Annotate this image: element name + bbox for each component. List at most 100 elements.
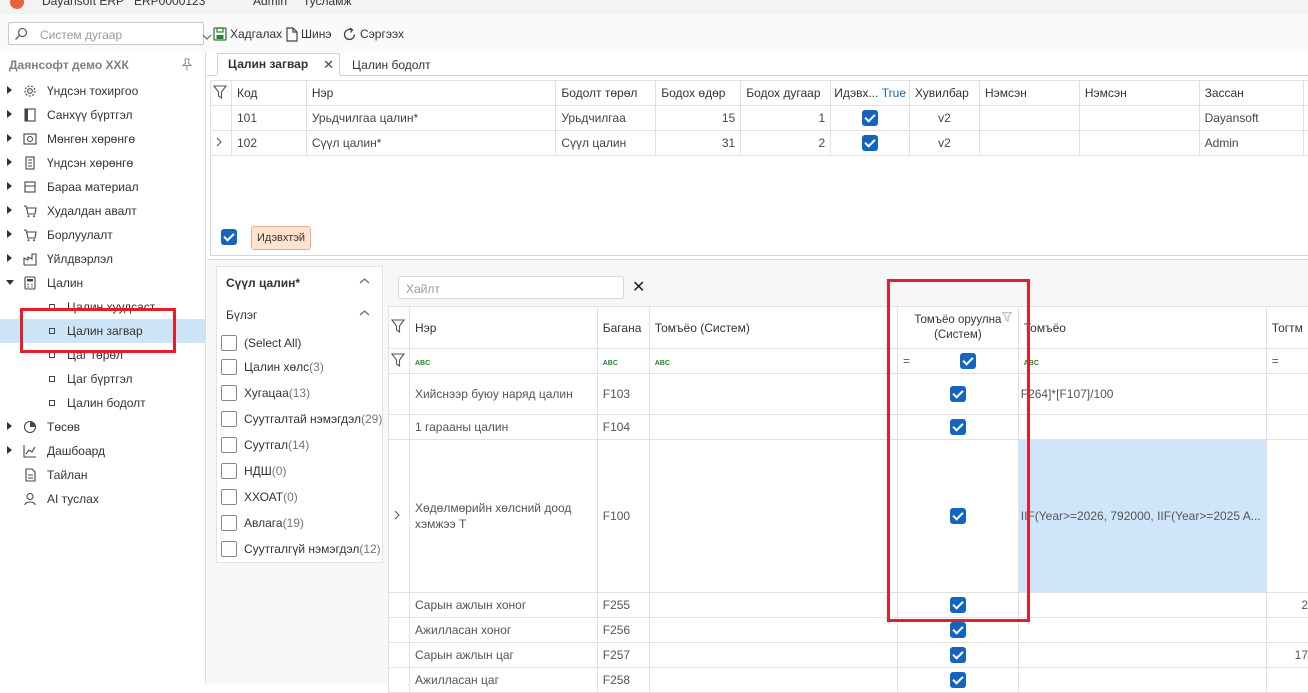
column-header-version[interactable]: Хувилбар xyxy=(910,81,980,106)
user-name[interactable]: Admin xyxy=(253,0,287,8)
cell-formula[interactable] xyxy=(1018,618,1266,643)
table-row[interactable]: Ажилласан хоног F256 xyxy=(389,618,1308,643)
sidebar-item-sales[interactable]: Борлуулалт xyxy=(0,223,205,247)
filter-cell-formula-system[interactable]: ABC xyxy=(649,349,897,374)
filter-option[interactable]: Авлага(19) xyxy=(221,513,304,533)
active-checkbox[interactable] xyxy=(862,110,878,126)
filter-cell-constant[interactable]: = xyxy=(1266,349,1308,374)
column-header-added[interactable]: Нэмсэн xyxy=(980,81,1080,106)
save-button[interactable]: Хадгалах xyxy=(213,25,282,43)
table-row[interactable]: Сарын ажлын хоног F255 2 xyxy=(389,593,1308,618)
detail-search-input[interactable]: Хайлт xyxy=(398,276,624,299)
cell-active[interactable] xyxy=(831,106,910,131)
expand-arrow-icon[interactable] xyxy=(7,254,12,262)
cell-formula[interactable]: IIF(Year>=2026, 792000, IIF(Year>=2025 A… xyxy=(1018,440,1266,593)
column-header-formula-system[interactable]: Томъёо (Систем) xyxy=(649,307,897,349)
sidebar-subitem-time-record[interactable]: Цаг бүртгэл xyxy=(0,367,205,391)
checkbox[interactable] xyxy=(221,463,237,479)
tab-salary-template[interactable]: Цалин загвар ✕ xyxy=(217,53,340,76)
new-button[interactable]: Шинэ xyxy=(286,25,331,43)
clear-search-icon[interactable]: ✕ xyxy=(632,277,645,297)
filter-option[interactable]: Суутгалтай нэмэгдэл(29) xyxy=(221,409,382,429)
sidebar-item-salary[interactable]: Цалин xyxy=(0,271,205,295)
close-icon[interactable]: ✕ xyxy=(323,57,334,73)
table-row[interactable]: Сарын ажлын цаг F257 17 xyxy=(389,643,1308,668)
sidebar-item-report[interactable]: Тайлан xyxy=(0,463,205,487)
table-row[interactable]: 102 Сүүл цалин* Сүүл цалин 31 2 v2 Admin xyxy=(211,131,1308,156)
sidebar-item-purchasing[interactable]: Худалдан авалт xyxy=(0,199,205,223)
filter-cell-column[interactable]: ABC xyxy=(597,349,649,374)
expand-arrow-icon[interactable] xyxy=(7,230,12,238)
column-header-calc-number[interactable]: Бодох дугаар xyxy=(741,81,831,106)
filter-icon[interactable] xyxy=(389,349,410,374)
checkbox[interactable] xyxy=(221,385,237,401)
cell-formula[interactable] xyxy=(1018,415,1266,440)
expand-arrow-icon[interactable] xyxy=(7,110,12,118)
expand-arrow-icon[interactable] xyxy=(7,206,12,214)
row-expand-icon[interactable] xyxy=(389,440,410,593)
sidebar-item-accounting[interactable]: Санхүү бүртгэл xyxy=(0,103,205,127)
sidebar-item-budget[interactable]: Төсөв xyxy=(0,415,205,439)
filter-cell-name[interactable]: ABC xyxy=(409,349,597,374)
cell-formula-input[interactable] xyxy=(898,668,1019,693)
sidebar-item-ai-assistant[interactable]: AI туслах xyxy=(0,487,205,511)
checkbox[interactable] xyxy=(221,359,237,375)
formula-input-checkbox[interactable] xyxy=(950,672,966,688)
help-link[interactable]: Тусламж xyxy=(303,0,351,8)
table-row[interactable]: Хөдөлмөрийн хөлсний доод хэмжээ Т F100 I… xyxy=(389,440,1308,593)
system-number-search[interactable]: Систем дугаар xyxy=(8,22,204,45)
sidebar-item-basic-settings[interactable]: Үндсэн тохиргоо xyxy=(0,79,205,103)
table-row[interactable]: Хийснээр буюу наряд цалин F103 F264]*[F1… xyxy=(389,374,1308,415)
expand-arrow-icon[interactable] xyxy=(7,86,12,94)
column-header-column[interactable]: Багана xyxy=(597,307,649,349)
checkbox[interactable] xyxy=(221,437,237,453)
expand-arrow-icon[interactable] xyxy=(7,158,12,166)
filter-cell-formula[interactable]: ABC xyxy=(1018,349,1266,374)
tab-salary-calculation[interactable]: Цалин бодолт xyxy=(352,53,431,76)
document-number[interactable]: ERP0000123 xyxy=(134,0,205,8)
sidebar-item-dashboard[interactable]: Дашбоард xyxy=(0,439,205,463)
filter-option[interactable]: Суутгал(14) xyxy=(221,435,309,455)
column-header-code[interactable]: Код xyxy=(231,81,306,106)
formula-input-checkbox[interactable] xyxy=(950,647,966,663)
expand-arrow-icon[interactable] xyxy=(7,422,12,430)
sidebar-item-fixed-assets[interactable]: Үндсэн хөрөнгө xyxy=(0,151,205,175)
filter-enable-checkbox[interactable] xyxy=(221,229,237,245)
filter-option[interactable]: ХХОАТ(0) xyxy=(221,487,298,507)
expand-arrow-icon[interactable] xyxy=(7,182,12,190)
chevron-up-icon[interactable] xyxy=(359,276,370,289)
sidebar-item-inventory[interactable]: Бараа материал xyxy=(0,175,205,199)
filter-option-select-all[interactable]: (Select All) xyxy=(221,333,301,353)
filter-icon[interactable] xyxy=(389,307,410,349)
filter-option[interactable]: Цалин хөлс(3) xyxy=(221,357,324,377)
pin-icon[interactable] xyxy=(181,58,193,74)
column-header-formula[interactable]: Томъёо xyxy=(1018,307,1266,349)
column-header-name[interactable]: Нэр xyxy=(306,81,556,106)
checkbox[interactable] xyxy=(221,515,237,531)
cell-formula[interactable]: F264]*[F107]/100 xyxy=(1018,374,1266,415)
formula-input-checkbox[interactable] xyxy=(950,622,966,638)
filter-option[interactable]: НДШ(0) xyxy=(221,461,286,481)
table-row[interactable]: Ажилласан цаг F258 xyxy=(389,668,1308,693)
cell-active[interactable] xyxy=(831,131,910,156)
filter-option[interactable]: Хугацаа(13) xyxy=(221,383,310,403)
row-expand-icon[interactable] xyxy=(211,131,232,156)
collapse-arrow-icon[interactable] xyxy=(6,280,14,285)
column-header-active[interactable]: Идэвх... True xyxy=(831,81,910,106)
cell-formula[interactable] xyxy=(1018,668,1266,693)
sidebar-subitem-salary-calculation[interactable]: Цалин бодолт xyxy=(0,391,205,415)
expand-arrow-icon[interactable] xyxy=(7,134,12,142)
cell-formula[interactable] xyxy=(1018,643,1266,668)
refresh-button[interactable]: Сэргээх xyxy=(342,25,404,43)
column-header-calc-day[interactable]: Бодох өдөр xyxy=(656,81,741,106)
cell-formula[interactable] xyxy=(1018,593,1266,618)
column-header-constant[interactable]: Тогтм xyxy=(1266,307,1308,349)
chevron-up-icon[interactable] xyxy=(359,308,370,321)
sidebar-item-cash[interactable]: Мөнгөн хөрөнгө xyxy=(0,127,205,151)
checkbox[interactable] xyxy=(221,489,237,505)
active-checkbox[interactable] xyxy=(862,135,878,151)
active-filter-value[interactable]: True xyxy=(882,86,906,100)
filter-chip-active[interactable]: Идэвхтэй xyxy=(251,226,311,250)
table-row[interactable]: 101 Урьдчилгаа цалин* Урьдчилгаа 15 1 v2… xyxy=(211,106,1308,131)
column-header-edited[interactable]: Зассан xyxy=(1199,81,1304,106)
